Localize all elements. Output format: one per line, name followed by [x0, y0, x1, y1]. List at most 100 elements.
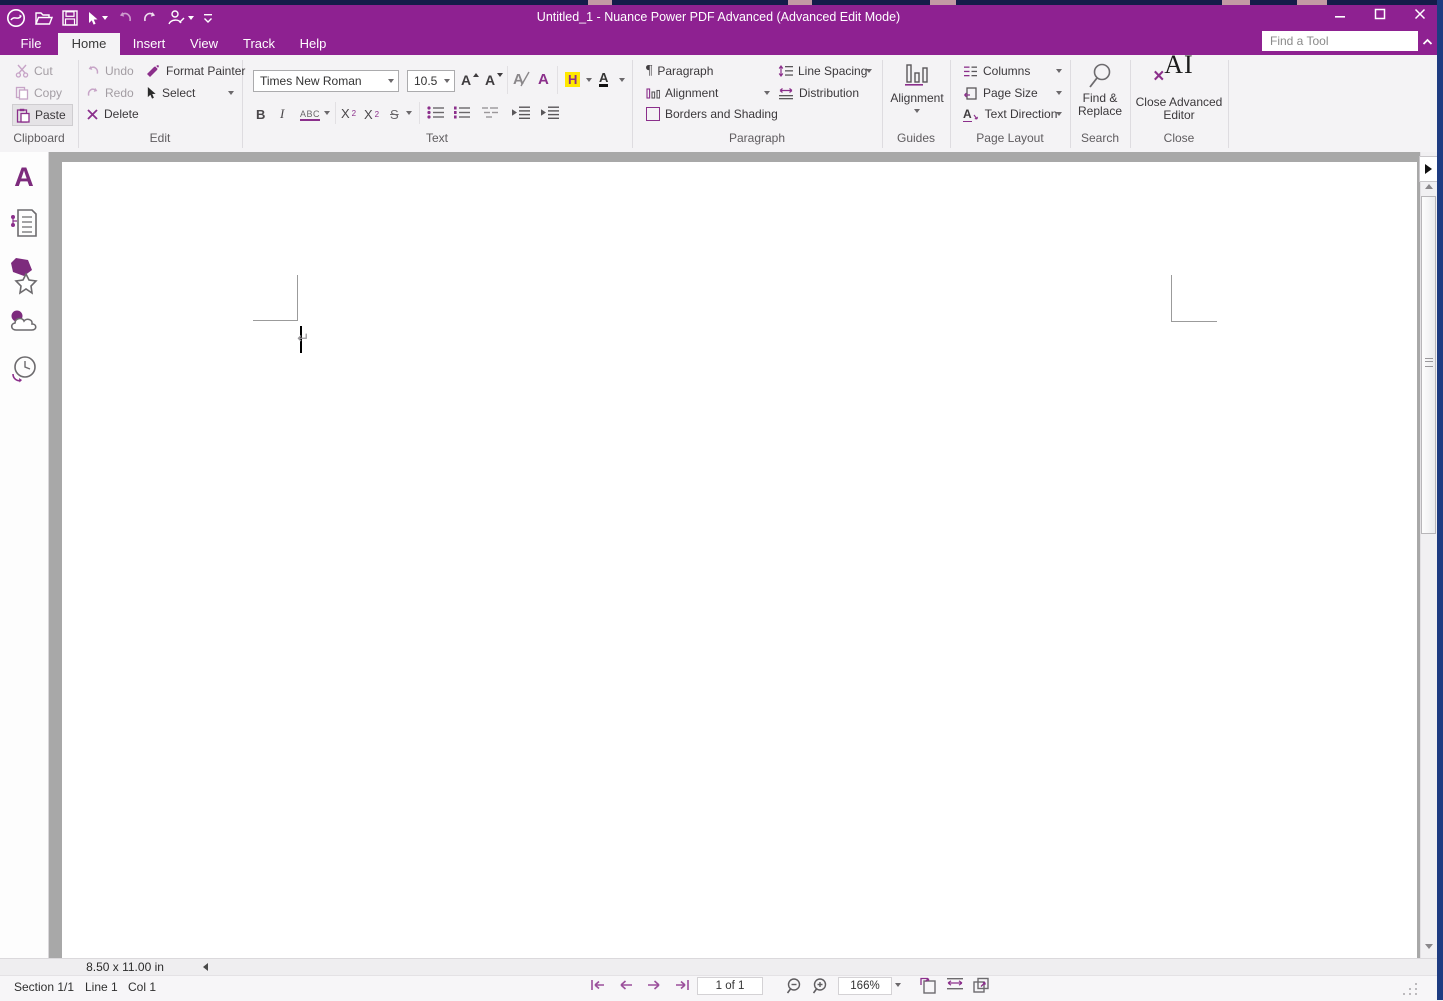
text-color-button[interactable]: A [538, 70, 549, 88]
superscript-button[interactable]: X 2 [341, 104, 356, 122]
sidebar-shapes-tool[interactable] [8, 255, 40, 297]
close-editor-label-2: Editor [1163, 108, 1195, 122]
sidebar-cloud-tool[interactable] [8, 305, 40, 339]
underline-glyph: ABC [300, 109, 321, 121]
minimize-button[interactable] [1334, 8, 1346, 20]
subscript-glyph: X [364, 106, 373, 122]
collapse-ribbon-icon[interactable] [1422, 37, 1433, 47]
indent-icon[interactable] [540, 106, 560, 119]
alignment-button[interactable]: Alignment [646, 84, 718, 102]
first-page-button[interactable] [590, 979, 607, 991]
bullet-list-icon[interactable] [427, 106, 445, 119]
tab-home[interactable]: Home [58, 33, 120, 55]
bold-button[interactable]: B [256, 105, 265, 123]
font-color-dropdown-icon[interactable] [619, 78, 625, 82]
shrink-font-button[interactable]: A [485, 71, 504, 89]
format-painter-button[interactable]: Format Painter [146, 62, 245, 80]
fit-width-button[interactable] [946, 977, 964, 994]
column-indicator: Col 1 [128, 980, 157, 994]
underline-dropdown-icon[interactable] [324, 111, 330, 115]
guides-alignment-button[interactable]: Alignment [886, 62, 948, 113]
close-advanced-editor-button[interactable]: AI × Close Advanced Editor [1134, 52, 1224, 122]
font-size-combo[interactable]: 10.5 [407, 70, 455, 92]
redo-icon [87, 87, 98, 96]
tab-help[interactable]: Help [290, 33, 336, 55]
delete-button[interactable]: Delete [86, 105, 139, 123]
distribution-button[interactable]: Distribution [778, 84, 859, 102]
new-window-button[interactable] [972, 977, 990, 994]
find-a-tool-input[interactable] [1262, 34, 1429, 48]
highlight-button[interactable]: H [565, 70, 581, 88]
copy-icon [15, 86, 29, 100]
zoom-out-button[interactable] [786, 977, 804, 995]
zoom-in-button[interactable] [812, 977, 830, 995]
superscript-glyph: X [341, 105, 350, 121]
font-color-glyph: A [599, 70, 609, 87]
fit-page-button[interactable] [920, 977, 937, 994]
horizontal-scrollbar[interactable] [0, 958, 1437, 975]
multilevel-list-icon[interactable] [481, 106, 499, 119]
scroll-up-arrow[interactable] [1425, 184, 1433, 189]
font-color-button[interactable]: A [599, 70, 609, 88]
alignment-dropdown-icon[interactable] [764, 91, 770, 95]
scissors-icon [15, 64, 29, 78]
sidebar-document-structure[interactable] [8, 206, 40, 240]
tab-insert[interactable]: Insert [124, 33, 174, 55]
strikethrough-dropdown-icon[interactable] [406, 111, 412, 115]
line-spacing-button[interactable]: Line Spacing [778, 62, 867, 80]
page-size-button[interactable]: Page Size [963, 84, 1038, 102]
text-direction-dropdown-icon[interactable] [1056, 112, 1062, 116]
outdent-icon[interactable] [511, 106, 531, 119]
section-indicator: Section 1/1 [14, 980, 75, 994]
select-button[interactable]: Select [146, 84, 195, 102]
close-button[interactable] [1414, 8, 1426, 20]
resize-grip[interactable] [1403, 983, 1419, 996]
clear-formatting-button[interactable]: A [513, 70, 530, 88]
paragraph-button[interactable]: ¶ Paragraph [646, 62, 713, 80]
highlight-dropdown-icon[interactable] [586, 78, 592, 82]
last-page-button[interactable] [673, 979, 690, 991]
page-indicator[interactable]: 1 of 1 [697, 977, 763, 995]
text-direction-button[interactable]: A Text Direction [963, 105, 1057, 123]
cloud-icon [10, 310, 37, 331]
zoom-dropdown-icon[interactable] [895, 983, 901, 987]
borders-square-icon [646, 107, 660, 121]
zoom-level-box[interactable]: 166% [838, 977, 892, 995]
text-direction-label: Text Direction [984, 107, 1058, 121]
find-replace-button[interactable]: Find & Replace [1072, 62, 1128, 118]
page-size-dropdown-icon[interactable] [1056, 91, 1062, 95]
desktop-artifact [1297, 0, 1327, 5]
columns-icon [964, 66, 977, 76]
underline-button[interactable]: ABC [300, 106, 321, 124]
numbered-list-icon[interactable] [453, 106, 471, 119]
margin-corner-mark-right [1171, 275, 1217, 322]
next-page-button[interactable] [646, 979, 661, 991]
columns-dropdown-icon[interactable] [1056, 69, 1062, 73]
borders-shading-label: Borders and Shading [665, 107, 778, 121]
text-color-glyph: A [538, 70, 549, 88]
borders-shading-button[interactable]: Borders and Shading [646, 105, 778, 123]
previous-page-button[interactable] [619, 979, 634, 991]
cut-label: Cut [34, 64, 53, 78]
alignment-bars-icon [646, 87, 660, 99]
pilcrow-icon: ¶ [646, 63, 653, 78]
paste-button[interactable]: Paste [12, 104, 73, 126]
panel-toggle-button[interactable] [1419, 156, 1438, 182]
guides-alignment-dropdown-icon [914, 109, 920, 113]
tab-file[interactable]: File [10, 33, 52, 55]
columns-button[interactable]: Columns [963, 62, 1030, 80]
italic-button[interactable]: I [280, 105, 284, 123]
subscript-button[interactable]: X 2 [364, 105, 379, 123]
sidebar-history-tool[interactable] [8, 352, 40, 386]
scroll-left-arrow[interactable] [203, 963, 208, 971]
line-spacing-dropdown-icon[interactable] [866, 69, 872, 73]
strikethrough-button[interactable]: S [390, 105, 399, 123]
scroll-down-arrow[interactable] [1425, 944, 1433, 949]
tab-view[interactable]: View [180, 33, 228, 55]
tab-track[interactable]: Track [234, 33, 284, 55]
maximize-button[interactable] [1374, 8, 1386, 20]
select-dropdown-icon[interactable] [228, 91, 234, 95]
grow-font-button[interactable]: A [461, 71, 480, 89]
sidebar-text-tool[interactable]: A [8, 160, 40, 194]
font-name-combo[interactable]: Times New Roman [253, 70, 399, 92]
